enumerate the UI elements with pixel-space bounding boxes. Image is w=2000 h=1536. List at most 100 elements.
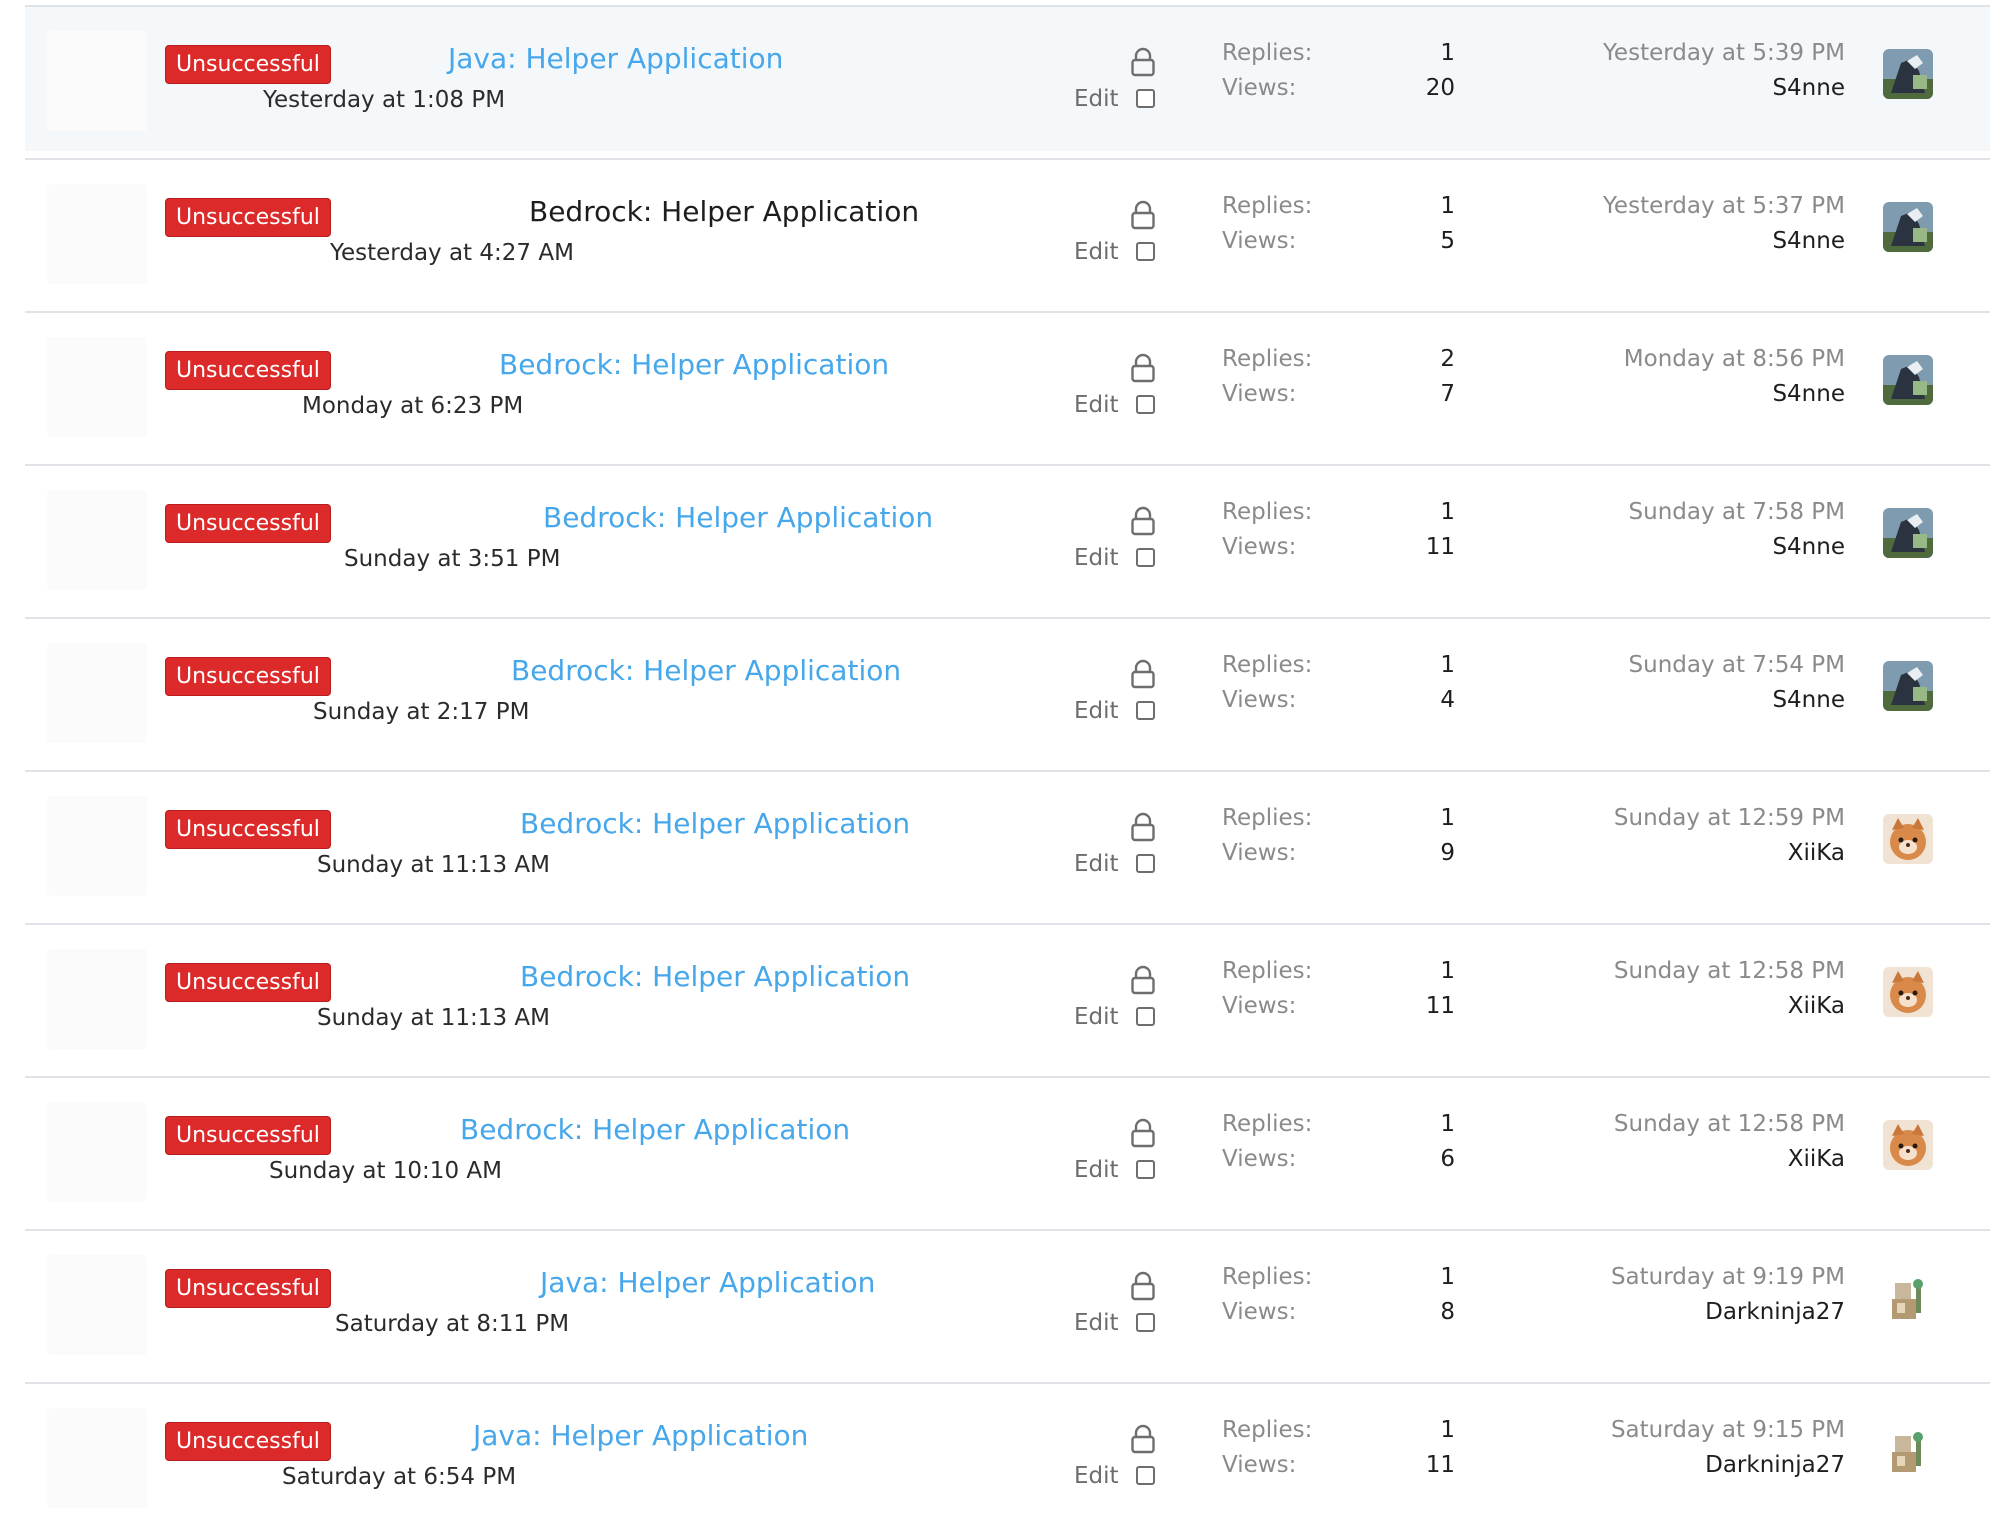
s4nne-avatar[interactable]: [1883, 661, 1933, 711]
starter-avatar-placeholder[interactable]: [47, 949, 147, 1049]
thread-start-date[interactable]: Monday at 6:23 PM: [302, 393, 523, 419]
s4nne-avatar[interactable]: [1883, 355, 1933, 405]
select-checkbox[interactable]: [1136, 242, 1155, 261]
select-checkbox[interactable]: [1136, 1160, 1155, 1179]
xiika-avatar[interactable]: [1883, 1120, 1933, 1170]
select-checkbox[interactable]: [1136, 854, 1155, 873]
thread-title-link[interactable]: Bedrock: Helper Application: [520, 807, 910, 840]
thread-row[interactable]: Unsuccessful Bedrock: Helper Application…: [25, 158, 1990, 304]
thread-row[interactable]: Unsuccessful Bedrock: Helper Application…: [25, 311, 1990, 457]
select-checkbox[interactable]: [1136, 701, 1155, 720]
thread-start-date[interactable]: Yesterday at 1:08 PM: [263, 87, 505, 113]
prefix-badge[interactable]: Unsuccessful: [165, 198, 331, 237]
edit-link[interactable]: Edit: [1074, 698, 1119, 724]
thread-row[interactable]: Unsuccessful Bedrock: Helper Application…: [25, 923, 1990, 1069]
edit-link[interactable]: Edit: [1074, 545, 1119, 571]
s4nne-avatar[interactable]: [1883, 508, 1933, 558]
last-post-user[interactable]: S4nne: [1772, 381, 1845, 407]
starter-avatar-placeholder[interactable]: [47, 31, 147, 131]
last-post-user[interactable]: S4nne: [1772, 534, 1845, 560]
last-post-user[interactable]: S4nne: [1772, 75, 1845, 101]
last-post-date[interactable]: Monday at 8:56 PM: [1624, 346, 1845, 372]
thread-title-link[interactable]: Bedrock: Helper Application: [529, 195, 919, 228]
last-post-date[interactable]: Sunday at 12:58 PM: [1614, 958, 1845, 984]
starter-avatar-placeholder[interactable]: [47, 643, 147, 743]
edit-link[interactable]: Edit: [1074, 86, 1119, 112]
thread-title-link[interactable]: Java: Helper Application: [473, 1419, 808, 1452]
edit-link[interactable]: Edit: [1074, 1463, 1119, 1489]
last-post-date[interactable]: Sunday at 7:58 PM: [1629, 499, 1845, 525]
prefix-badge[interactable]: Unsuccessful: [165, 657, 331, 696]
prefix-badge[interactable]: Unsuccessful: [165, 810, 331, 849]
select-checkbox[interactable]: [1136, 1313, 1155, 1332]
edit-link[interactable]: Edit: [1074, 1157, 1119, 1183]
thread-title-link[interactable]: Bedrock: Helper Application: [499, 348, 889, 381]
thread-title-link[interactable]: Bedrock: Helper Application: [460, 1113, 850, 1146]
thread-row[interactable]: Unsuccessful Bedrock: Helper Application…: [25, 617, 1990, 763]
last-post-user[interactable]: Darkninja27: [1705, 1452, 1845, 1478]
thread-title-link[interactable]: Java: Helper Application: [448, 42, 783, 75]
select-checkbox[interactable]: [1136, 548, 1155, 567]
prefix-badge[interactable]: Unsuccessful: [165, 963, 331, 1002]
select-checkbox[interactable]: [1136, 395, 1155, 414]
thread-title-link[interactable]: Bedrock: Helper Application: [511, 654, 901, 687]
thread-title-link[interactable]: Java: Helper Application: [540, 1266, 875, 1299]
starter-avatar-placeholder[interactable]: [47, 1255, 147, 1355]
last-post-date[interactable]: Saturday at 9:15 PM: [1611, 1417, 1845, 1443]
edit-link[interactable]: Edit: [1074, 1310, 1119, 1336]
edit-link[interactable]: Edit: [1074, 851, 1119, 877]
thread-title-link[interactable]: Bedrock: Helper Application: [543, 501, 933, 534]
thread-start-date[interactable]: Sunday at 11:13 AM: [317, 852, 550, 878]
thread-start-date[interactable]: Sunday at 11:13 AM: [317, 1005, 550, 1031]
edit-link[interactable]: Edit: [1074, 1004, 1119, 1030]
prefix-badge[interactable]: Unsuccessful: [165, 1116, 331, 1155]
prefix-badge[interactable]: Unsuccessful: [165, 351, 331, 390]
thread-start-date[interactable]: Sunday at 2:17 PM: [313, 699, 529, 725]
last-post-user[interactable]: S4nne: [1772, 228, 1845, 254]
starter-avatar-placeholder[interactable]: [47, 1102, 147, 1202]
thread-start-date[interactable]: Sunday at 10:10 AM: [269, 1158, 502, 1184]
thread-title-link[interactable]: Bedrock: Helper Application: [520, 960, 910, 993]
darkninja27-avatar[interactable]: [1883, 1273, 1933, 1323]
prefix-badge[interactable]: Unsuccessful: [165, 504, 331, 543]
thread-row[interactable]: Unsuccessful Bedrock: Helper Application…: [25, 464, 1990, 610]
last-post-date[interactable]: Saturday at 9:19 PM: [1611, 1264, 1845, 1290]
starter-avatar-placeholder[interactable]: [47, 1408, 147, 1508]
thread-start-date[interactable]: Yesterday at 4:27 AM: [330, 240, 574, 266]
darkninja27-avatar[interactable]: [1883, 1426, 1933, 1476]
starter-avatar-placeholder[interactable]: [47, 490, 147, 590]
prefix-badge[interactable]: Unsuccessful: [165, 45, 331, 84]
thread-row[interactable]: Unsuccessful Java: Helper Application Sa…: [25, 1382, 1990, 1528]
thread-start-date[interactable]: Saturday at 8:11 PM: [335, 1311, 569, 1337]
select-checkbox[interactable]: [1136, 1466, 1155, 1485]
edit-link[interactable]: Edit: [1074, 392, 1119, 418]
xiika-avatar[interactable]: [1883, 967, 1933, 1017]
thread-start-date[interactable]: Sunday at 3:51 PM: [344, 546, 560, 572]
thread-row[interactable]: Unsuccessful Java: Helper Application Ye…: [25, 5, 1990, 151]
thread-start-date[interactable]: Saturday at 6:54 PM: [282, 1464, 516, 1490]
xiika-avatar[interactable]: [1883, 814, 1933, 864]
last-post-user[interactable]: XiiKa: [1788, 840, 1845, 866]
last-post-date[interactable]: Yesterday at 5:37 PM: [1603, 193, 1845, 219]
thread-row[interactable]: Unsuccessful Java: Helper Application Sa…: [25, 1229, 1990, 1375]
thread-row[interactable]: Unsuccessful Bedrock: Helper Application…: [25, 1076, 1990, 1222]
last-post-date[interactable]: Sunday at 7:54 PM: [1629, 652, 1845, 678]
last-post-user[interactable]: Darkninja27: [1705, 1299, 1845, 1325]
s4nne-avatar[interactable]: [1883, 202, 1933, 252]
edit-link[interactable]: Edit: [1074, 239, 1119, 265]
s4nne-avatar[interactable]: [1883, 49, 1933, 99]
select-checkbox[interactable]: [1136, 89, 1155, 108]
prefix-badge[interactable]: Unsuccessful: [165, 1422, 331, 1461]
last-post-user[interactable]: XiiKa: [1788, 993, 1845, 1019]
prefix-badge[interactable]: Unsuccessful: [165, 1269, 331, 1308]
last-post-date[interactable]: Sunday at 12:58 PM: [1614, 1111, 1845, 1137]
select-checkbox[interactable]: [1136, 1007, 1155, 1026]
last-post-user[interactable]: S4nne: [1772, 687, 1845, 713]
starter-avatar-placeholder[interactable]: [47, 337, 147, 437]
last-post-user[interactable]: XiiKa: [1788, 1146, 1845, 1172]
starter-avatar-placeholder[interactable]: [47, 796, 147, 896]
starter-avatar-placeholder[interactable]: [47, 184, 147, 284]
last-post-date[interactable]: Sunday at 12:59 PM: [1614, 805, 1845, 831]
thread-row[interactable]: Unsuccessful Bedrock: Helper Application…: [25, 770, 1990, 916]
last-post-date[interactable]: Yesterday at 5:39 PM: [1603, 40, 1845, 66]
